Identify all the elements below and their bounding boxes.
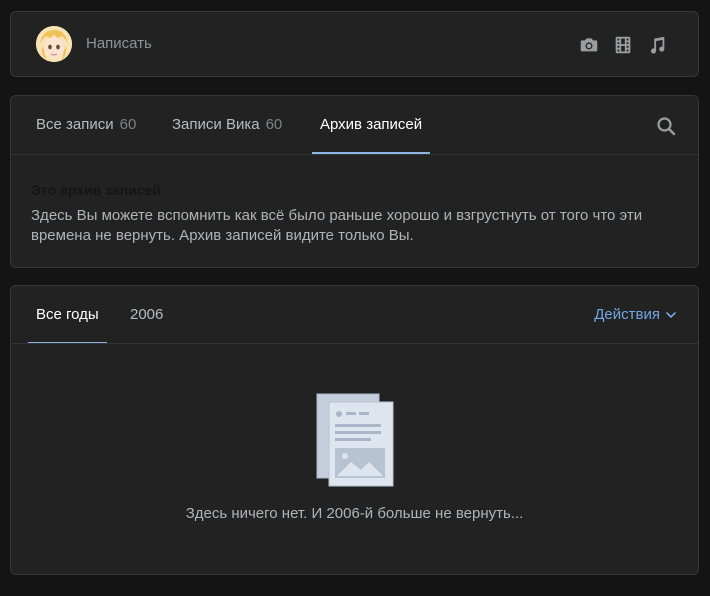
music-icon[interactable]	[646, 34, 668, 56]
post-composer[interactable]: Написать	[10, 11, 699, 77]
tab-label: Все записи	[36, 116, 114, 133]
tab-label: Все годы	[36, 306, 99, 323]
tab-label: Записи Вика	[172, 116, 260, 133]
wall-tabs: Все записи 60 Записи Вика 60 Архив записей	[11, 96, 698, 154]
avatar[interactable]	[36, 26, 72, 62]
tab-label: Архив записей	[320, 116, 423, 133]
year-tabs: Все годы 2006 Действия	[11, 286, 698, 344]
tab-label: 2006	[130, 306, 164, 323]
search-icon[interactable]	[656, 116, 676, 136]
wall-tabs-card: Все записи 60 Записи Вика 60 Архив записей…	[10, 95, 699, 268]
divider	[11, 154, 698, 155]
tab-all-years[interactable]: Все годы	[28, 286, 107, 344]
video-icon[interactable]	[612, 34, 634, 56]
tab-owner-posts[interactable]: Записи Вика 60	[172, 96, 282, 154]
chevron-down-icon	[666, 312, 676, 318]
tab-archive[interactable]: Архив записей	[311, 96, 431, 154]
tab-all-posts[interactable]: Все записи 60	[36, 96, 136, 154]
composer-placeholder[interactable]: Написать	[86, 35, 152, 52]
divider	[11, 343, 698, 344]
camera-icon[interactable]	[578, 34, 600, 56]
tab-count: 60	[119, 116, 137, 133]
actions-label: Действия	[594, 306, 660, 323]
archive-info-text: Здесь Вы можете вспомнить как всё было р…	[31, 207, 643, 244]
tab-count: 60	[265, 116, 283, 133]
tab-year-2006[interactable]: 2006	[130, 286, 163, 344]
empty-posts-icon	[316, 393, 394, 487]
archive-info-title: Это архив записей	[31, 182, 161, 198]
archive-card: Все годы 2006 Действия Здесь ничего нет.…	[10, 285, 699, 575]
actions-dropdown[interactable]: Действия	[594, 286, 676, 344]
empty-state-text: Здесь ничего нет. И 2006-й больше не вер…	[185, 505, 524, 522]
